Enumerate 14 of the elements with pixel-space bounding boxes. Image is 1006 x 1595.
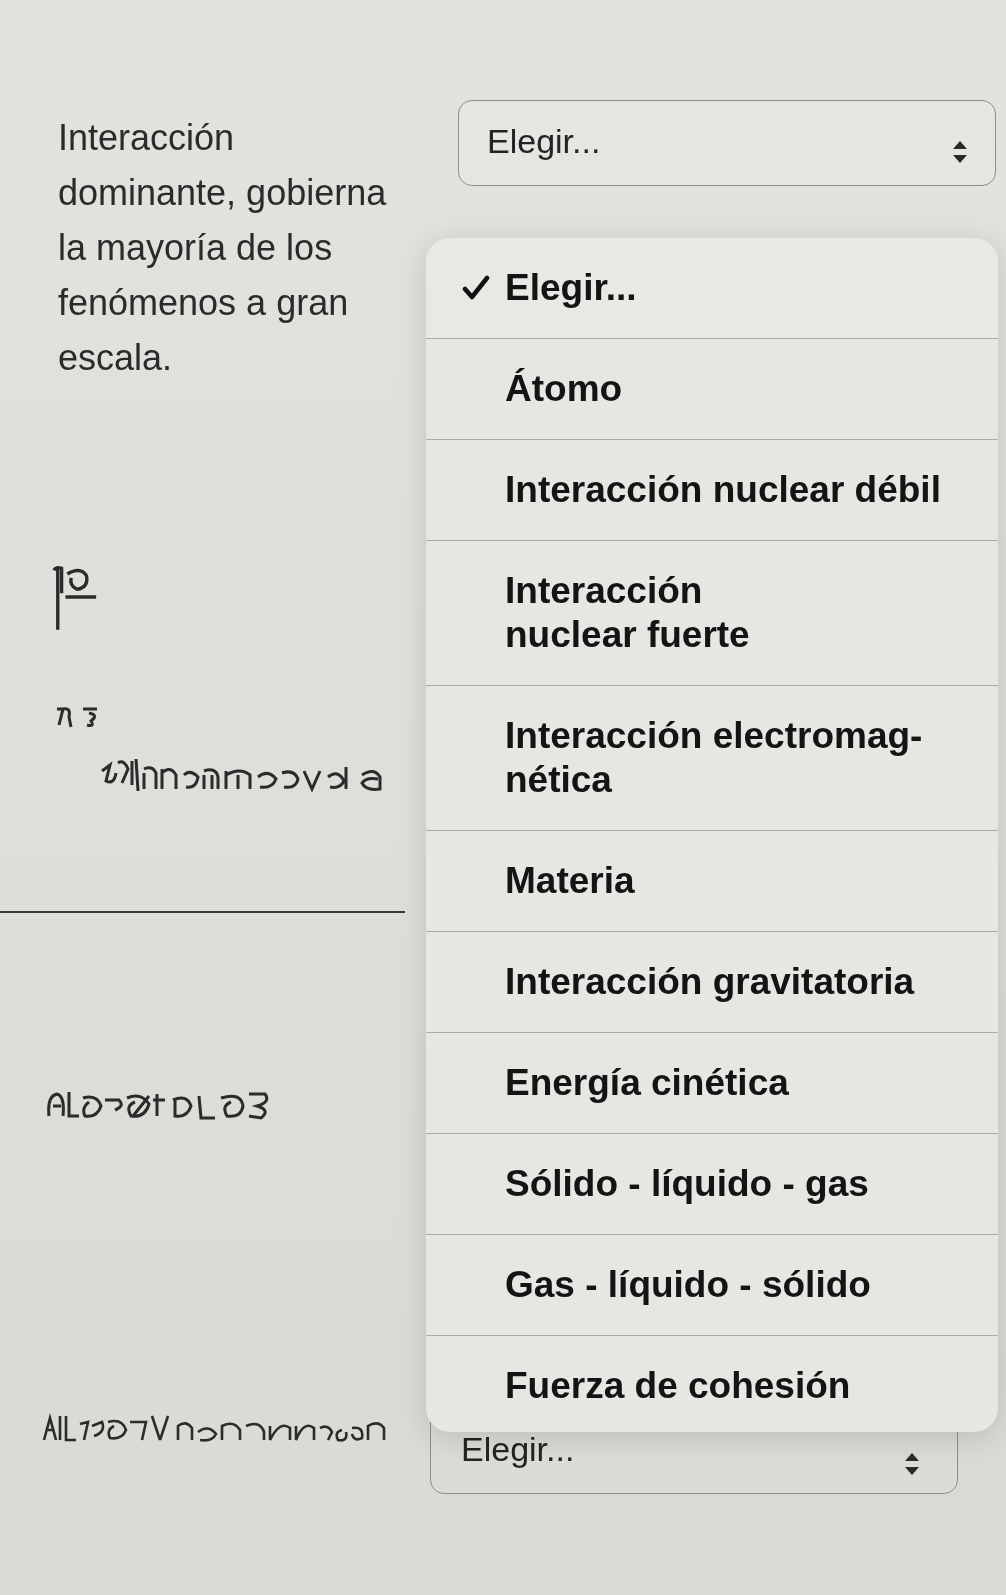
menu-option[interactable]: Átomo	[426, 339, 998, 440]
menu-option[interactable]: Interacción nuclear débil	[426, 440, 998, 541]
question-text: Interacción dominante, gobierna la mayoría de los fenómenos a gran escala.	[58, 116, 388, 380]
menu-option[interactable]: Interacción nuclear fuerte	[426, 541, 998, 686]
menu-option[interactable]: Energía cinética	[426, 1033, 998, 1134]
menu-option[interactable]: Sólido - líquido - gas	[426, 1134, 998, 1235]
select-field[interactable]: Elegir...	[458, 100, 996, 186]
menu-option[interactable]: Interacción gravitatoria	[426, 932, 998, 1033]
menu-option[interactable]: Gas - líquido - sólido	[426, 1235, 998, 1336]
menu-option[interactable]: Elegir...	[426, 238, 998, 339]
updown-arrow-icon	[905, 1453, 919, 1475]
menu-option[interactable]: Materia	[426, 831, 998, 932]
updown-arrow-icon	[953, 141, 967, 163]
menu-option[interactable]: Interacción electromag-nética	[426, 686, 998, 831]
